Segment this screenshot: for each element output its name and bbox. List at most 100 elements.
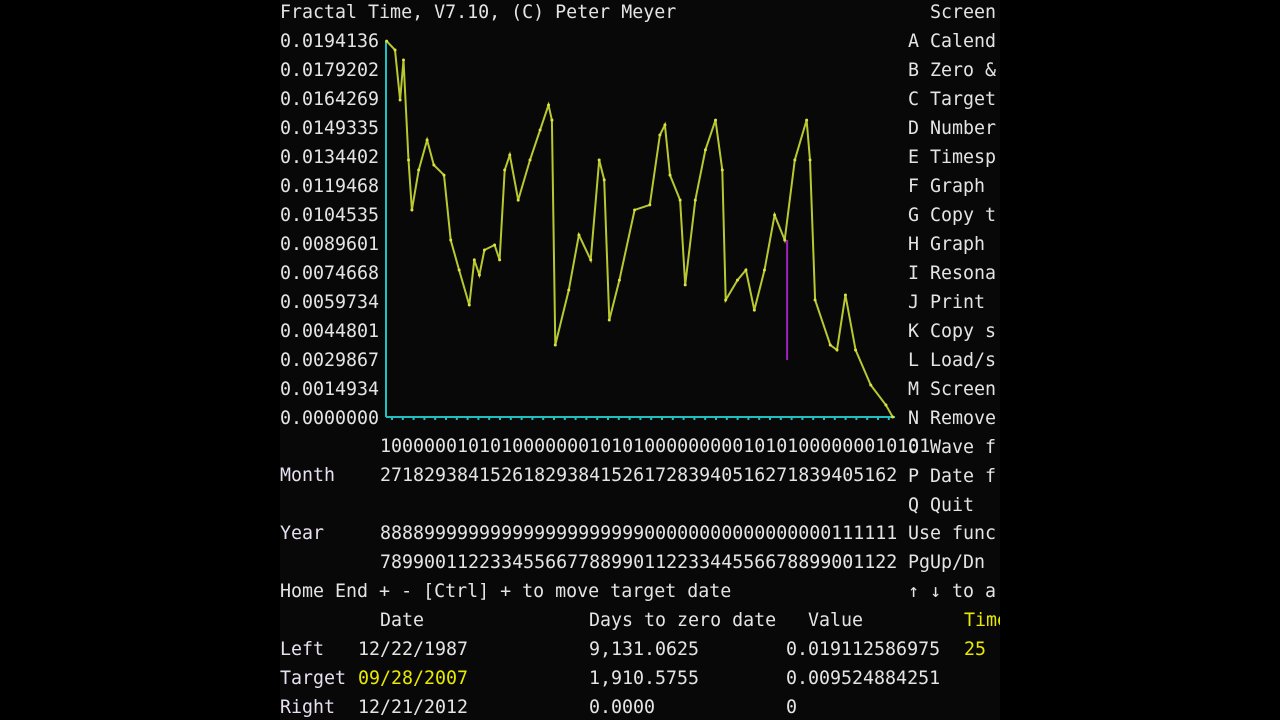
menu-label: Copy s (930, 321, 997, 342)
data-point (553, 343, 557, 347)
menu-key: N (908, 408, 920, 429)
data-point (714, 118, 718, 122)
menu-hint-pgup: PgUp/Dn : (908, 552, 1000, 573)
data-point (854, 348, 858, 352)
data-point (843, 293, 847, 297)
data-point (808, 158, 812, 162)
y-tick-label: 0.0134402 (280, 147, 380, 168)
data-point (498, 258, 502, 262)
y-tick-label: 0.0179202 (280, 60, 380, 81)
menu-item-a[interactable]: A Calend (908, 27, 996, 56)
menu-key: M (908, 379, 920, 400)
x-axis-tick (682, 418, 685, 420)
data-point (762, 268, 766, 272)
x-axis-tick (877, 418, 879, 420)
menu-label: Copy t (930, 205, 997, 226)
menu-item-e[interactable]: E Timesp (908, 143, 996, 172)
left-value: 0.019112586975 (786, 639, 941, 660)
left-date: 12/22/1987 (358, 639, 469, 660)
data-point (503, 168, 507, 172)
menu-item-b[interactable]: B Zero & (908, 56, 996, 85)
x-axis-tick (693, 418, 696, 420)
data-point (477, 273, 481, 277)
x-axis-decade-row: 1000000101010000000101010000000001010100… (380, 436, 931, 457)
header-date: Date (380, 610, 425, 631)
menu-label: Resona (930, 263, 997, 284)
year-label: Year (280, 523, 325, 544)
y-tick-label: 0.0119468 (280, 176, 380, 197)
data-point (744, 268, 748, 272)
x-axis-tick (855, 418, 858, 420)
data-point (449, 238, 453, 242)
data-point (442, 173, 446, 177)
fractal-time-screen: Fractal Time, V7.10, (C) Peter Meyer 0.0… (280, 0, 1000, 720)
menu-item-p[interactable]: P Date f (908, 462, 996, 491)
menu-item-d[interactable]: D Number (908, 114, 996, 143)
x-axis-tick (455, 418, 458, 420)
x-axis-tick (639, 418, 642, 420)
data-point (589, 258, 593, 262)
data-point (567, 288, 571, 292)
menu-label: Target (930, 89, 997, 110)
row-label: Right (280, 697, 336, 718)
menu-item-n[interactable]: N Remove (908, 404, 996, 433)
data-point (457, 268, 461, 272)
data-point (805, 118, 809, 122)
x-axis-tick (509, 418, 512, 420)
x-axis-tick (553, 418, 555, 420)
data-point (884, 403, 888, 407)
x-axis-tick (844, 418, 847, 420)
menu-key: E (908, 147, 920, 168)
x-axis-tick (466, 418, 469, 420)
data-point (508, 153, 512, 157)
y-tick-label: 0.0149335 (280, 118, 380, 139)
y-tick-label: 0.0104535 (280, 205, 380, 226)
menu-label: Remove (930, 408, 997, 429)
month-label: Month (280, 465, 336, 486)
x-axis-tick (790, 418, 793, 420)
y-tick-label: 0.0059734 (280, 292, 380, 313)
target-date: 09/28/2007 (358, 668, 469, 689)
data-point (607, 318, 611, 322)
header-days: Days to zero date (589, 610, 777, 631)
menu-item-c[interactable]: C Target (908, 85, 996, 114)
menu-key: D (908, 118, 920, 139)
data-point (550, 118, 554, 122)
menu-label: Load/s (930, 350, 997, 371)
data-point (724, 298, 728, 302)
y-tick-label: 0.0089601 (280, 234, 380, 255)
y-tick-label: 0.0074668 (280, 263, 380, 284)
menu-item-i[interactable]: I Resona (908, 259, 996, 288)
menu-item-q[interactable]: Q Quit (908, 491, 974, 520)
x-axis-tick (488, 418, 491, 420)
x-axis-tick (531, 418, 534, 420)
menu-item-f[interactable]: F Graph (908, 172, 985, 201)
menu-label: Wave f (930, 437, 997, 458)
menu-label: Number (930, 118, 997, 139)
x-axis-tick (661, 418, 663, 420)
menu-item-l[interactable]: L Load/s (908, 346, 996, 375)
data-point (385, 39, 389, 43)
menu-label: Date f (930, 466, 997, 487)
data-point (891, 415, 895, 419)
y-tick-label: 0.0194136 (280, 31, 380, 52)
x-axis-tick (412, 418, 415, 420)
menu-label: Graph (930, 176, 986, 197)
menu-item-h[interactable]: H Graph (908, 230, 985, 259)
menu-label: Quit (930, 495, 975, 516)
menu-item-o[interactable]: O Wave f (908, 433, 996, 462)
menu-item-m[interactable]: M Screen (908, 375, 996, 404)
x-axis-tick (887, 418, 890, 420)
app-title: Fractal Time, V7.10, (C) Peter Meyer (280, 2, 677, 23)
menu-key: A (908, 31, 920, 52)
menu-item-k[interactable]: K Copy s (908, 317, 996, 346)
menu-item-j[interactable]: J Print (908, 288, 985, 317)
data-point (597, 158, 601, 162)
data-point (668, 173, 672, 177)
menu-item-g[interactable]: G Copy t (908, 201, 996, 230)
data-point (703, 148, 707, 152)
menu-label: Timesp (930, 147, 997, 168)
x-axis-tick (401, 418, 404, 420)
x-axis-tick (423, 418, 426, 420)
x-axis-tick (477, 418, 480, 420)
